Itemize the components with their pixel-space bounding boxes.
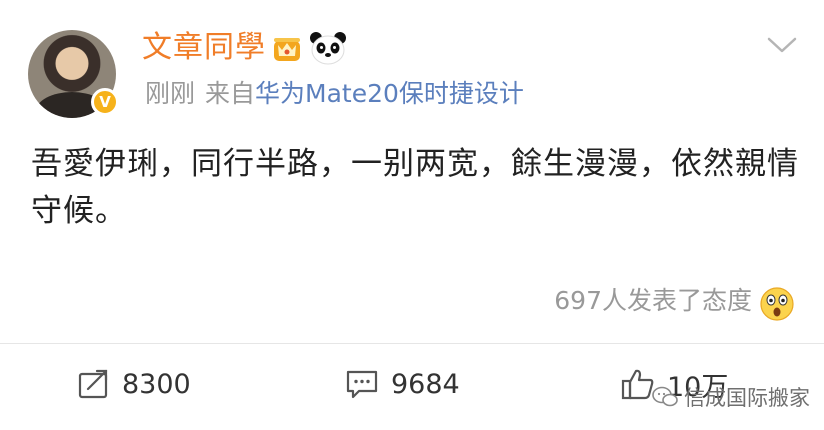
crown-icon [274,38,300,61]
post-time: 刚刚 [145,79,196,108]
post-content: 吾愛伊琍，同行半路，一别两宽，餘生漫漫，依然親情守候。 [31,146,799,229]
repost-icon [78,369,108,399]
repost-button[interactable]: 8300 [78,364,191,404]
wechat-icon [652,386,678,407]
source-prefix: 来自 [205,79,256,108]
reactions-summary[interactable]: 697人发表了态度 [554,284,752,318]
post-meta: 刚刚 来自华为Mate20保时捷设计 [145,78,524,110]
username[interactable]: 文章同學 [142,29,266,67]
comment-count: 9684 [391,368,460,400]
thumbs-up-icon [621,369,654,400]
watermark-text: 信成国际搬家 [684,386,810,410]
verified-badge: V [91,88,119,116]
watermark: 信成国际搬家 [652,382,810,412]
chevron-down-icon[interactable] [767,36,797,54]
comment-icon [346,370,378,399]
comment-button[interactable]: 9684 [345,364,460,404]
surprised-emoji-icon[interactable] [759,286,795,322]
panda-icon [310,32,346,65]
source-device-link[interactable]: 华为Mate20保时捷设计 [255,79,524,108]
divider [0,343,824,344]
repost-count: 8300 [122,368,191,400]
weibo-post: V 文章同學 刚刚 来自华为Mate20保时捷设计 吾愛伊琍，同行半路，一别两宽，… [0,0,824,430]
